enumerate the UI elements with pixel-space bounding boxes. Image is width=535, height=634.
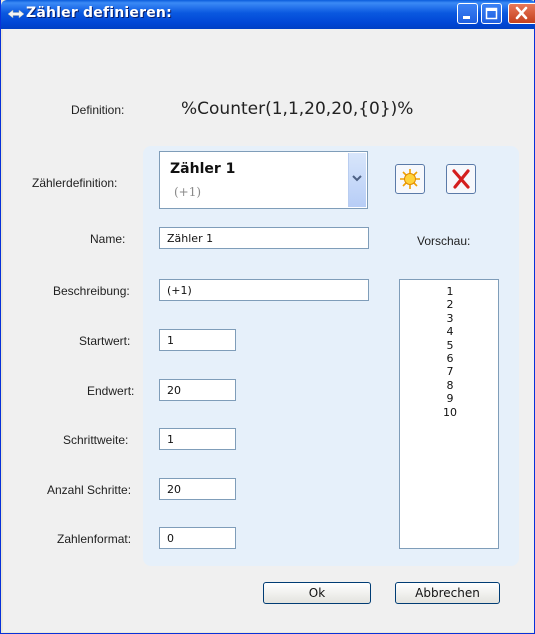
preview-label: Vorschau: bbox=[417, 234, 471, 248]
preview-item: 6 bbox=[446, 352, 454, 366]
chevron-down-icon bbox=[352, 175, 362, 182]
schrittweite-input[interactable]: 1 bbox=[159, 428, 236, 450]
definition-label: Definition: bbox=[71, 103, 125, 117]
counter-definition-label: Zählerdefinition: bbox=[32, 176, 118, 190]
ok-button[interactable]: Ok bbox=[263, 582, 371, 604]
preview-item: 10 bbox=[443, 405, 457, 419]
window-title: Zähler definieren: bbox=[26, 5, 172, 21]
anzahl-schritte-label: Anzahl Schritte: bbox=[47, 483, 132, 497]
preview-item: 1 bbox=[446, 285, 454, 298]
startwert-input[interactable]: 1 bbox=[159, 329, 236, 351]
beschreibung-label: Beschreibung: bbox=[53, 284, 130, 298]
preview-item: 3 bbox=[446, 311, 454, 325]
dialog-window: Zähler definieren: Definition: %Counter(… bbox=[0, 0, 535, 634]
definition-value: %Counter(1,1,20,20,{0})% bbox=[181, 99, 414, 119]
preview-item: 2 bbox=[446, 298, 454, 312]
delete-counter-button[interactable] bbox=[446, 164, 476, 194]
new-star-icon bbox=[400, 169, 420, 189]
counter-definition-select[interactable]: Zähler 1 (+1) bbox=[159, 151, 368, 209]
cancel-button[interactable]: Abbrechen bbox=[395, 582, 500, 604]
endwert-input[interactable]: 20 bbox=[159, 379, 236, 401]
counter-select-dropdown-button[interactable] bbox=[348, 153, 366, 207]
close-button[interactable] bbox=[508, 3, 535, 24]
minimize-button[interactable] bbox=[457, 3, 478, 24]
counter-select-description: (+1) bbox=[174, 185, 202, 199]
close-icon bbox=[515, 6, 528, 20]
preview-item: 7 bbox=[446, 365, 454, 379]
anzahl-schritte-input[interactable]: 20 bbox=[159, 478, 236, 500]
title-bar[interactable]: Zähler definieren: bbox=[1, 0, 535, 29]
delete-x-icon bbox=[452, 169, 470, 189]
name-input[interactable]: Zähler 1 bbox=[159, 227, 369, 249]
preview-items: 1 2 3 4 5 6 7 8 9 10 bbox=[400, 285, 500, 419]
maximize-icon bbox=[485, 7, 498, 20]
app-icon bbox=[7, 9, 25, 19]
minimize-icon bbox=[463, 16, 470, 19]
beschreibung-input[interactable]: (+1) bbox=[159, 279, 369, 301]
zahlenformat-input[interactable]: 0 bbox=[159, 527, 236, 549]
preview-item: 8 bbox=[446, 378, 454, 392]
startwert-label: Startwert: bbox=[79, 334, 131, 348]
preview-list[interactable]: 1 2 3 4 5 6 7 8 9 10 bbox=[399, 279, 499, 549]
preview-item: 4 bbox=[446, 325, 454, 339]
maximize-button[interactable] bbox=[481, 3, 502, 24]
preview-item: 9 bbox=[446, 392, 454, 406]
zahlenformat-label: Zahlenformat: bbox=[57, 532, 132, 546]
name-label: Name: bbox=[90, 232, 126, 246]
preview-item: 5 bbox=[446, 338, 454, 352]
schrittweite-label: Schrittweite: bbox=[63, 433, 129, 447]
endwert-label: Endwert: bbox=[87, 384, 135, 398]
new-counter-button[interactable] bbox=[395, 164, 425, 194]
counter-select-name: Zähler 1 bbox=[170, 161, 236, 177]
